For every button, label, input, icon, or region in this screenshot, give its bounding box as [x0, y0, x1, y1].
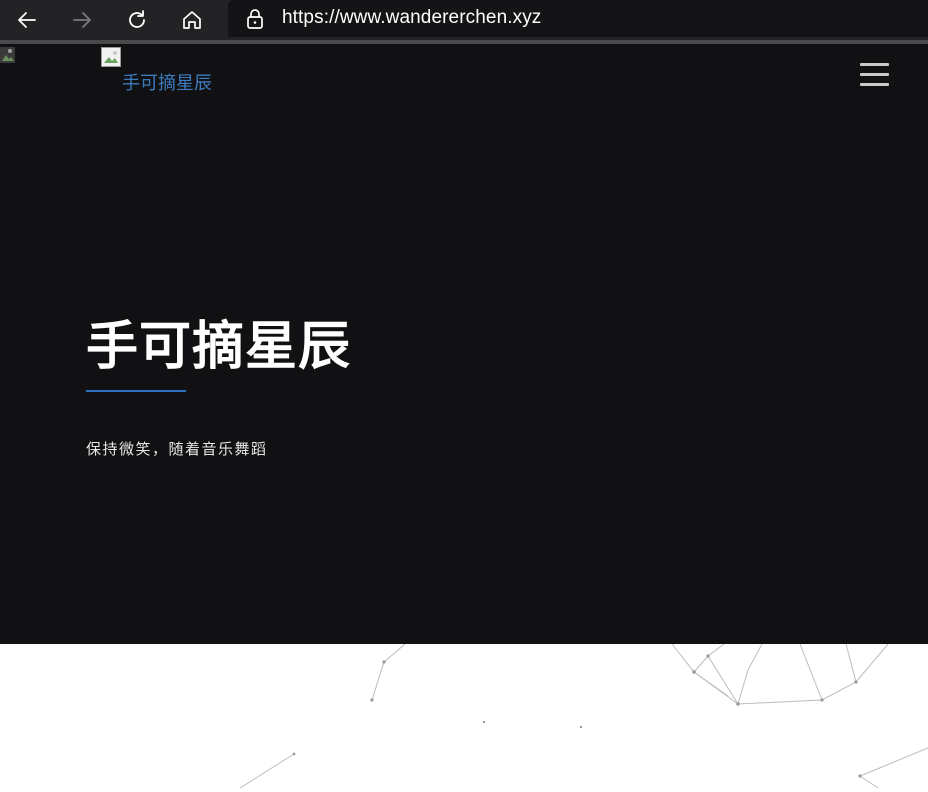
hero-subtitle: 保持微笑，随着音乐舞蹈: [86, 440, 268, 458]
menu-bar: [860, 73, 889, 76]
lock-icon: [247, 9, 263, 29]
broken-image-icon: [0, 47, 15, 63]
menu-bar: [860, 63, 889, 66]
menu-bar: [860, 83, 889, 86]
site-logo[interactable]: 手可摘星辰: [101, 47, 241, 97]
hero-section: 手可摘星辰 手可摘星辰 保持微笑，随着音乐舞蹈: [0, 44, 928, 644]
back-button[interactable]: [13, 6, 41, 34]
hamburger-menu-icon[interactable]: [860, 63, 890, 89]
particle-network-background: [0, 643, 928, 789]
broken-image-icon: [101, 47, 121, 67]
hero-title: 手可摘星辰: [86, 317, 352, 377]
particle-network: [239, 643, 928, 789]
reload-icon: [129, 10, 145, 28]
reload-button[interactable]: [123, 6, 151, 34]
back-arrow-icon: [18, 12, 36, 28]
forward-arrow-icon: [73, 12, 91, 28]
url-text[interactable]: https://www.wandererchen.xyz: [282, 7, 541, 29]
logo-alt-text: 手可摘星辰: [122, 73, 212, 94]
home-icon: [183, 11, 201, 29]
title-underline: [86, 390, 186, 392]
address-bar[interactable]: https://www.wandererchen.xyz: [228, 0, 928, 37]
home-button[interactable]: [178, 6, 206, 34]
browser-toolbar: https://www.wandererchen.xyz: [0, 0, 928, 40]
forward-button[interactable]: [68, 6, 96, 34]
